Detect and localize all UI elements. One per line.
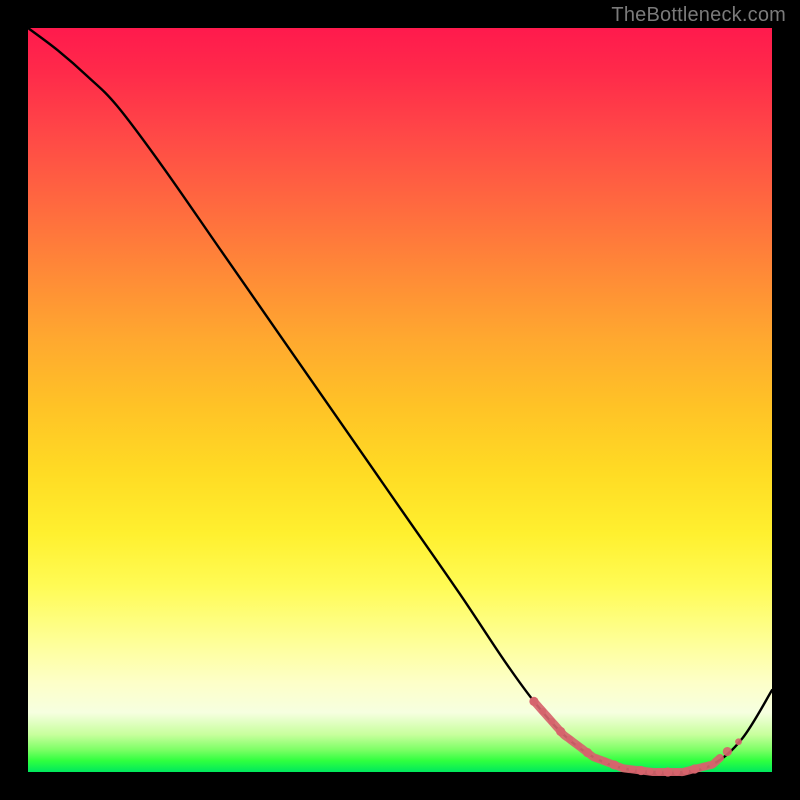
bottleneck-curve-highlight [534,701,720,772]
highlight-dot [566,736,573,743]
highlight-dot [735,738,742,745]
chart-stage: TheBottleneck.com [0,0,800,800]
attribution-text: TheBottleneck.com [611,4,786,27]
highlight-dot [602,758,609,765]
highlight-dot [690,764,699,773]
highlight-dot [709,761,716,768]
highlight-dot [673,769,680,776]
highlight-dot [539,708,546,715]
highlight-dot [636,766,645,775]
highlight-dot [700,763,707,770]
bottleneck-curve [28,28,772,773]
highlight-dot [593,755,600,762]
highlight-dot [663,767,672,776]
highlight-dot [529,697,538,706]
highlight-dot [575,743,582,750]
highlight-dot [629,766,636,773]
highlight-dot [656,769,663,776]
highlight-dot [723,747,732,756]
highlight-dot [647,768,654,775]
highlight-dot [620,765,627,772]
highlight-dot [583,748,592,757]
curve-layer [28,28,772,772]
plot-area [28,28,772,772]
highlight-dot [610,760,619,769]
highlight-dot [682,768,689,775]
highlight-dot [556,727,565,736]
highlight-dot [548,718,555,725]
